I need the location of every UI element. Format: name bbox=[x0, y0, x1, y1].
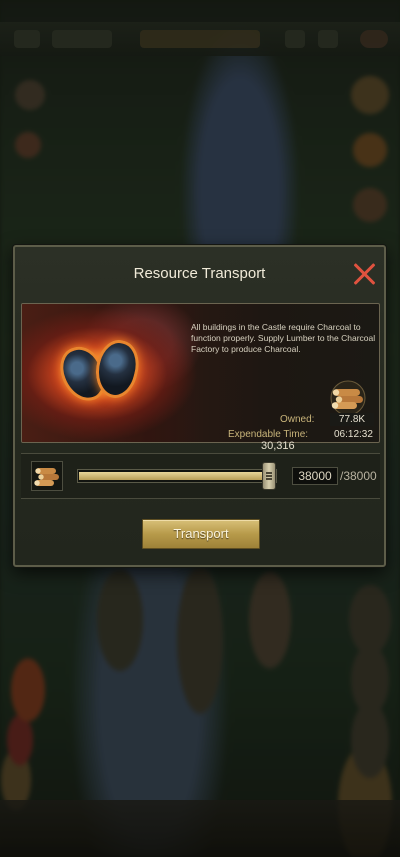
lumber-icon bbox=[31, 461, 63, 491]
quantity-slider-track[interactable] bbox=[77, 469, 277, 483]
expendable-time-value: 06:12:32 bbox=[334, 429, 373, 440]
resource-info-panel: All buildings in the Castle require Char… bbox=[21, 303, 380, 443]
owned-value: 77.8K bbox=[330, 413, 374, 426]
expendable-time-label: Expendable Time: bbox=[228, 429, 309, 440]
dialog-title: Resource Transport bbox=[133, 265, 266, 282]
quantity-max: /38000 bbox=[340, 469, 377, 483]
quantity-slider-row: 30,316 /38000 bbox=[21, 440, 380, 499]
resource-description: All buildings in the Castle require Char… bbox=[191, 322, 376, 354]
resource-transport-dialog: Resource Transport All buildings in the … bbox=[13, 245, 386, 567]
transport-button-label: Transport bbox=[173, 526, 229, 541]
quantity-input[interactable] bbox=[292, 467, 338, 485]
slider-current-value: 30,316 bbox=[261, 440, 295, 452]
owned-label: Owned: bbox=[280, 414, 315, 425]
quantity-slider-fill bbox=[79, 472, 267, 480]
charcoal-art bbox=[22, 304, 202, 442]
transport-button[interactable]: Transport bbox=[142, 519, 260, 549]
lumber-icon bbox=[330, 380, 366, 414]
close-icon[interactable] bbox=[351, 261, 377, 287]
quantity-slider-handle[interactable] bbox=[262, 462, 276, 490]
